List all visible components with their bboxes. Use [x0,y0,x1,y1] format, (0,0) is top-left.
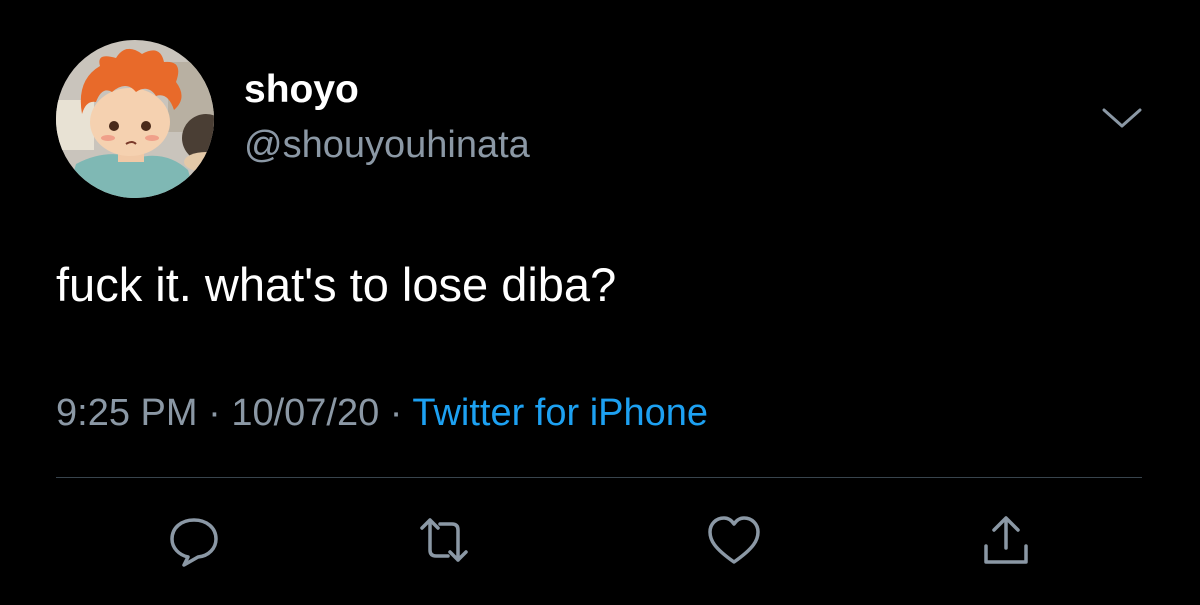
avatar[interactable] [56,40,214,198]
divider [56,477,1142,478]
tweet-source-link[interactable]: Twitter for iPhone [412,392,708,434]
meta-separator: · [208,392,221,434]
tweet-text: fuck it. what's to lose diba? [56,258,617,311]
user-handle[interactable]: @shouyouhinata [244,122,530,168]
tweet-time: 9:25 PM [56,392,198,434]
chevron-down-icon[interactable] [1098,98,1146,138]
display-name[interactable]: shoyo [244,66,359,114]
meta-separator: · [389,392,403,434]
share-icon[interactable] [976,510,1036,570]
heart-icon[interactable] [704,510,764,570]
tweet-date: 10/07/20 [231,392,380,434]
reply-icon[interactable] [164,510,224,570]
tweet-metadata: 9:25 PM · 10/07/20 · Twitter for iPhone [56,388,708,438]
retweet-icon[interactable] [414,510,474,570]
tweet-detail: shoyo @shouyouhinata fuck it. what's to … [0,0,1200,605]
